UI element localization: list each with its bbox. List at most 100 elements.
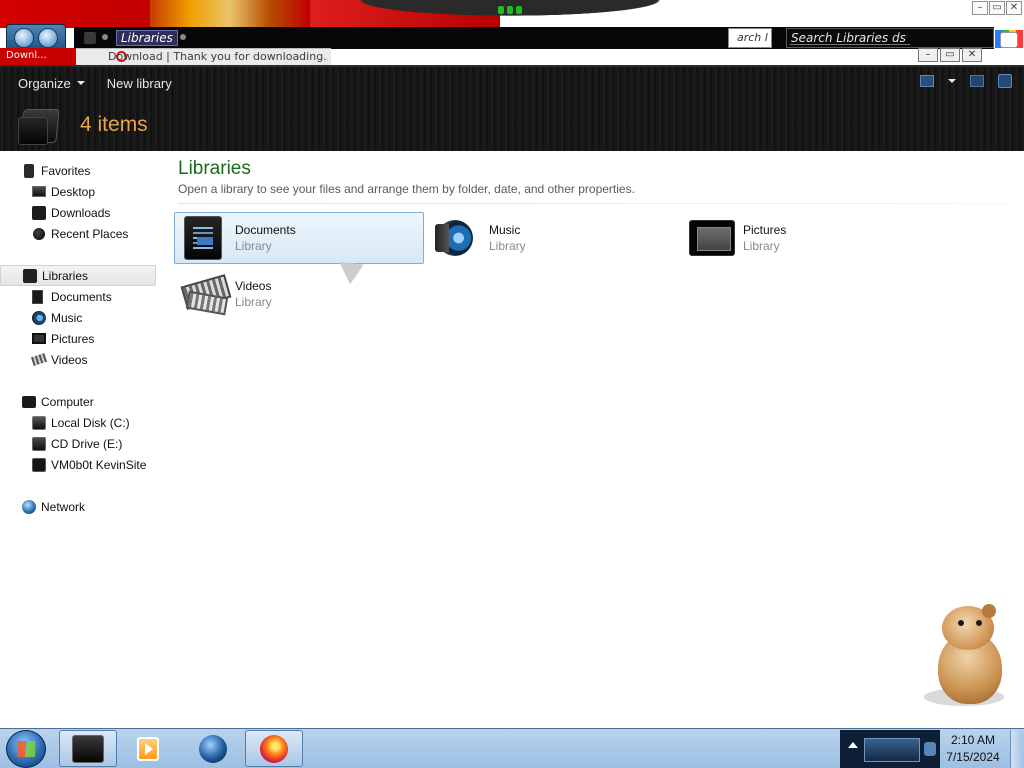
local-disk-icon	[32, 415, 46, 430]
nav-label: Favorites	[41, 163, 91, 178]
preview-pane-icon[interactable]	[970, 75, 984, 87]
nav-libraries[interactable]: Libraries	[0, 265, 156, 286]
computer-icon	[22, 395, 36, 408]
videos-library-icon	[181, 272, 225, 316]
nav-label: Network	[41, 499, 86, 514]
minimize-button[interactable]: –	[972, 1, 988, 15]
breadcrumb-separator-icon[interactable]	[102, 34, 108, 40]
search-box[interactable]: Search Libraries ds	[786, 28, 994, 48]
documents-library-icon	[181, 216, 225, 260]
command-bar-right	[920, 74, 1012, 88]
nav-item-network-drive[interactable]: VM0b0t KevinSite	[0, 454, 146, 475]
nav-item-music[interactable]: Music	[0, 307, 82, 328]
change-view-icon[interactable]	[920, 75, 934, 87]
maximize-button[interactable]: ▭	[989, 1, 1005, 15]
library-tile-documents[interactable]: Documents Library	[174, 212, 424, 264]
page-title: Libraries	[178, 158, 251, 179]
taskbar: 2:10 AM 7/15/2024	[0, 728, 1024, 768]
taskbar-globe[interactable]	[184, 730, 242, 767]
content-pane: Libraries Open a library to see your fil…	[168, 151, 1024, 728]
library-tile-music[interactable]: Music Library	[428, 212, 678, 264]
chevron-down-icon	[76, 81, 85, 85]
taskbar-media-player[interactable]	[119, 730, 177, 767]
organize-button[interactable]: Organize	[18, 76, 85, 91]
videos-icon	[30, 353, 48, 366]
network-icon	[22, 499, 36, 514]
help-icon[interactable]	[998, 74, 1012, 88]
nav-favorites[interactable]: Favorites	[0, 160, 90, 181]
nav-label: Computer	[41, 394, 94, 409]
nav-label: Music	[51, 310, 83, 325]
libraries-large-icon	[18, 103, 64, 147]
nav-computer[interactable]: Computer	[0, 391, 94, 412]
favorites-star-icon	[24, 163, 34, 178]
taskbar-windows-explorer[interactable]	[59, 730, 117, 767]
library-kind: Library	[743, 239, 780, 253]
nav-label: Libraries	[42, 268, 89, 283]
nav-item-documents[interactable]: Documents	[0, 286, 112, 307]
tray-app-icon[interactable]	[864, 738, 920, 762]
nav-item-downloads[interactable]: Downloads	[0, 202, 110, 223]
search-icon[interactable]	[1000, 32, 1018, 48]
nav-item-local-disk[interactable]: Local Disk (C:)	[0, 412, 130, 433]
nav-item-cd-drive[interactable]: CD Drive (E:)	[0, 433, 122, 454]
title-bar-area: Libraries arch l Search Libraries ds Dow…	[0, 0, 1024, 65]
search-input[interactable]: Search Libraries ds	[791, 31, 906, 45]
nav-item-pictures[interactable]: Pictures	[0, 328, 94, 349]
nav-label: Desktop	[51, 184, 96, 199]
minimize-button-ghost[interactable]: –	[918, 48, 938, 62]
nav-network[interactable]: Network	[0, 496, 85, 517]
breadcrumb-libraries[interactable]: Libraries	[116, 30, 178, 46]
new-library-button[interactable]: New library	[107, 76, 172, 91]
show-hidden-icons-icon[interactable]	[848, 742, 858, 748]
back-icon[interactable]	[14, 28, 34, 48]
library-name: Documents	[235, 223, 296, 237]
media-player-icon	[137, 736, 159, 761]
view-options-chevron-icon[interactable]	[948, 79, 956, 83]
pictures-icon	[32, 333, 46, 344]
show-desktop-button[interactable]	[1010, 730, 1023, 768]
forward-icon[interactable]	[38, 28, 58, 48]
library-name: Pictures	[743, 223, 787, 237]
nav-item-recent-places[interactable]: Recent Places	[0, 223, 128, 244]
music-icon	[32, 310, 46, 325]
theme-indicator-leds	[498, 6, 528, 16]
system-tray	[840, 730, 940, 768]
clock-date: 7/15/2024	[946, 750, 1000, 764]
library-kind: Library	[235, 239, 272, 253]
breadcrumb-separator-icon[interactable]	[180, 34, 186, 40]
nav-item-videos[interactable]: Videos	[0, 349, 87, 370]
browser-tab-title[interactable]: Download | Thank you for downloading...	[108, 50, 328, 64]
browser-tab-label: Downl...	[6, 50, 47, 61]
library-tile-videos[interactable]: Videos Library	[174, 268, 424, 320]
command-bar: Organize New library	[0, 67, 1024, 99]
taskbar-firefox[interactable]	[245, 730, 303, 767]
wallpaper-fragment	[150, 0, 310, 28]
search-underline	[790, 44, 910, 45]
window-controls-ghost: – ▭ ✕	[918, 48, 982, 62]
nav-label: Videos	[51, 352, 88, 367]
library-tile-pictures[interactable]: Pictures Library	[682, 212, 932, 264]
close-button[interactable]: ✕	[1006, 1, 1022, 15]
window-controls: – ▭ ✕	[972, 1, 1022, 15]
clock[interactable]: 2:10 AM 7/15/2024	[940, 732, 1006, 766]
close-button-ghost[interactable]: ✕	[962, 48, 982, 62]
hamster-mascot[interactable]	[920, 604, 1008, 708]
organize-label: Organize	[18, 75, 71, 91]
library-name: Music	[489, 223, 521, 237]
clock-time: 2:10 AM	[950, 733, 996, 747]
music-library-icon	[435, 216, 479, 260]
nav-item-desktop[interactable]: Desktop	[0, 181, 95, 202]
nav-label: VM0b0t KevinSite	[51, 457, 147, 472]
recent-places-icon	[33, 227, 45, 240]
start-button[interactable]	[6, 730, 46, 768]
refresh-button[interactable]: arch l	[728, 28, 772, 48]
nav-label: CD Drive (E:)	[51, 436, 123, 451]
maximize-button-ghost[interactable]: ▭	[940, 48, 960, 62]
pictures-library-icon	[689, 216, 735, 260]
libraries-crumb-icon	[84, 32, 96, 44]
network-status-icon[interactable]	[924, 742, 936, 756]
library-kind: Library	[489, 239, 526, 253]
navigation-pane: Favorites Desktop Downloads Recent Place…	[0, 151, 168, 728]
nav-label: Recent Places	[51, 226, 129, 241]
